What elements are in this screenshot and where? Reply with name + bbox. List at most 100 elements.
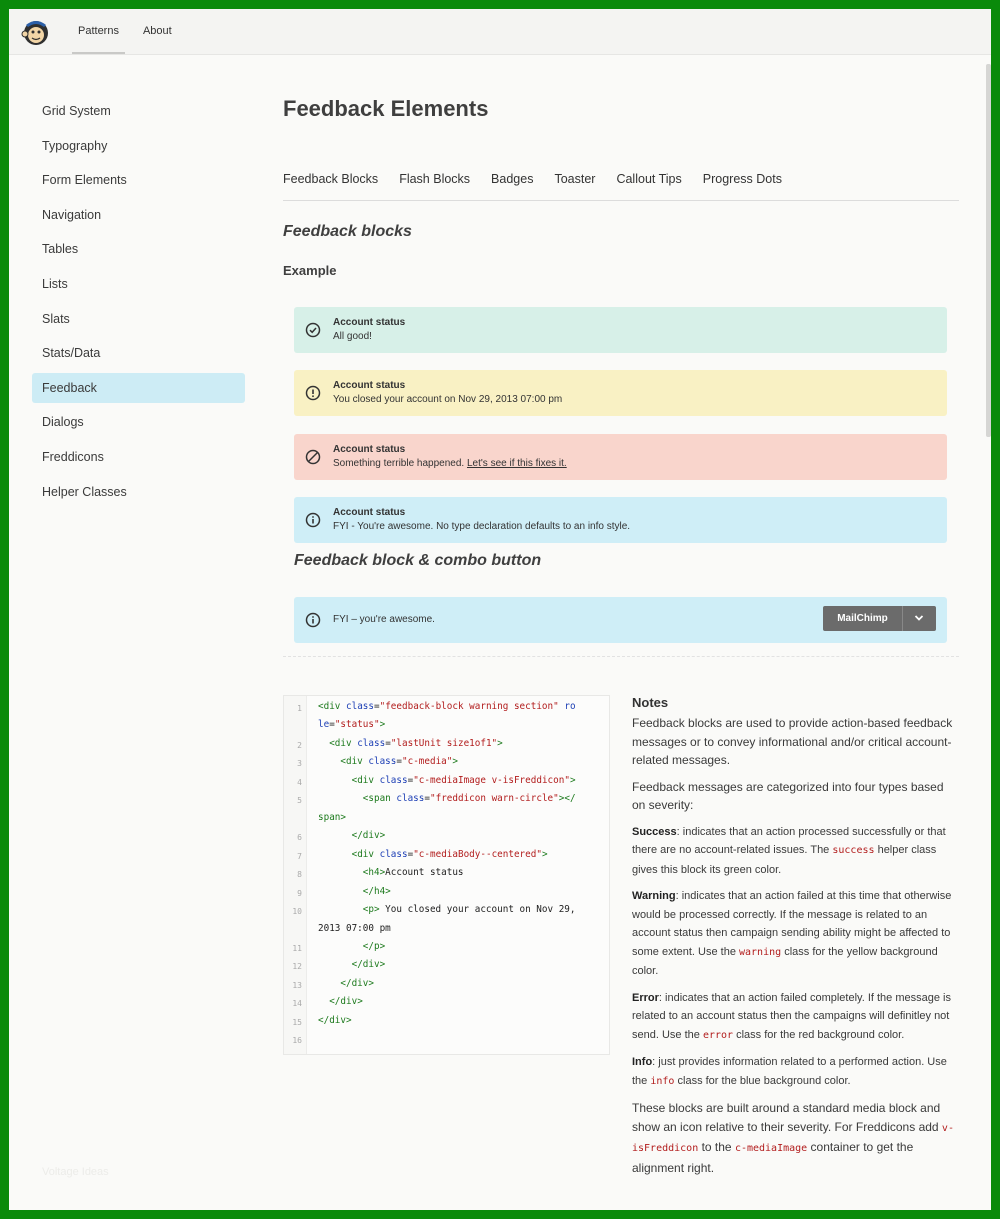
page-title: Feedback Elements (283, 96, 489, 121)
line-number: 11 (292, 944, 302, 953)
notes-error: Error: indicates that an action failed c… (632, 989, 960, 1046)
sidebar-item-feedback[interactable]: Feedback (32, 372, 245, 403)
feedback-block-info: Account status FYI - You're awesome. No … (294, 497, 947, 543)
tab-flash-blocks[interactable]: Flash Blocks (399, 171, 470, 200)
code-line: <div class="c-media"> (340, 756, 458, 767)
sidebar-item-freddicons[interactable]: Freddicons (32, 442, 245, 472)
sidebar-item-grid-system[interactable]: Grid System (32, 96, 245, 126)
sidebar-item-tables[interactable]: Tables (32, 234, 245, 264)
feedback-block-warning: Account status You closed your account o… (294, 370, 947, 416)
notes-warning: Warning: indicates that an action failed… (632, 887, 960, 981)
freddicons-text: These blocks are built around a standard… (632, 1101, 942, 1134)
notes-panel: Notes Feedback blocks are used to provid… (632, 695, 960, 1185)
combo-dropdown-button[interactable] (902, 606, 936, 631)
feedback-block-error: Account status Something terrible happen… (294, 434, 947, 480)
feedback-text: Account status Something terrible happen… (333, 443, 567, 471)
line-number: 7 (297, 852, 302, 861)
notes-success: Success: indicates that an action proces… (632, 823, 960, 880)
tab-callout-tips[interactable]: Callout Tips (616, 171, 681, 200)
line-number: 3 (297, 759, 302, 768)
code-line: <div class="feedback-block warning secti… (318, 701, 576, 712)
sidebar-item-lists[interactable]: Lists (32, 269, 245, 299)
line-number: 14 (292, 999, 302, 1008)
sidebar-item-typography[interactable]: Typography (32, 131, 245, 161)
info-text-end: class for the blue background color. (674, 1074, 851, 1087)
combo-button: MailChimp (823, 606, 936, 631)
info-code: info (650, 1075, 675, 1087)
mailchimp-button[interactable]: MailChimp (823, 606, 902, 631)
media-image-code: c-mediaImage (734, 1143, 808, 1154)
sidebar-item-helper-classes[interactable]: Helper Classes (32, 477, 245, 507)
code-line: 2013 07:00 pm (318, 923, 391, 934)
feedback-block-combo: FYI – you're awesome. MailChimp (294, 597, 947, 643)
code-line: <div class="lastUnit size1of1"> (329, 738, 503, 749)
line-number: 16 (292, 1036, 302, 1045)
line-number: 15 (292, 1018, 302, 1027)
sidebar-item-slats[interactable]: Slats (32, 304, 245, 334)
sidebar-item-form-elements[interactable]: Form Elements (32, 165, 245, 195)
line-number: 12 (292, 962, 302, 971)
notes-title: Notes (632, 695, 669, 710)
feedback-message: All good! (333, 331, 372, 342)
freddie-logo-icon[interactable] (21, 17, 51, 47)
line-number: 4 (297, 778, 302, 787)
sidebar: Grid System Typography Form Elements Nav… (32, 96, 245, 511)
notes-types: Feedback messages are categorized into f… (632, 779, 944, 813)
tab-badges[interactable]: Badges (491, 171, 533, 200)
code-line: <div class="c-mediaImage v-isFreddicon"> (351, 775, 576, 786)
feedback-message: You closed your account on Nov 29, 2013 … (333, 394, 563, 405)
footer-text: Voltage Ideas (42, 1166, 109, 1178)
code-line: </div> (340, 978, 374, 989)
code-line: <span class="freddicon warn-circle"></ (362, 793, 576, 804)
code-line: span> (318, 812, 346, 823)
feedback-message-line: Something terrible happened. Let's see i… (333, 457, 567, 471)
feedback-message: FYI - You're awesome. No type declaratio… (333, 521, 631, 532)
feedback-block-success: Account status All good! (294, 307, 947, 353)
check-circle-icon (305, 322, 321, 338)
sidebar-item-dialogs[interactable]: Dialogs (32, 407, 245, 437)
sidebar-item-stats-data[interactable]: Stats/Data (32, 338, 245, 368)
code-line: <div class="c-mediaBody--centered"> (351, 849, 548, 860)
tab-feedback-blocks[interactable]: Feedback Blocks (283, 171, 378, 200)
scrollbar[interactable] (986, 64, 991, 437)
feedback-message: Something terrible happened. (333, 458, 467, 469)
divider (283, 656, 959, 657)
tab-progress-dots[interactable]: Progress Dots (703, 171, 782, 200)
top-bar: Patterns About (9, 9, 991, 55)
error-label: Error (632, 991, 659, 1004)
code-sample[interactable]: 1 2 3 4 5 6 7 8 9 10 11 12 13 14 15 16 <… (283, 695, 610, 1055)
example-label: Example (283, 263, 337, 278)
line-number: 6 (297, 833, 302, 842)
feedback-heading: Account status (333, 444, 406, 455)
notes-info: Info: just provides information related … (632, 1053, 960, 1091)
code-line: <p> You closed your account on Nov 29, (362, 904, 576, 915)
nav-patterns[interactable]: Patterns (72, 9, 125, 54)
section-title: Feedback blocks (283, 223, 412, 240)
success-label: Success (632, 825, 677, 838)
feedback-message: FYI – you're awesome. (333, 614, 435, 625)
code-line: </div> (351, 830, 386, 841)
info-circle-icon (305, 612, 321, 628)
error-text-end: class for the red background color. (733, 1028, 905, 1041)
code-line: </p> (362, 941, 386, 952)
code-line: </div> (318, 1015, 352, 1026)
combo-section-title: Feedback block & combo button (294, 552, 542, 569)
success-code: success (832, 845, 875, 856)
code-line: </div> (351, 959, 386, 970)
not-allowed-icon (305, 449, 321, 465)
feedback-text: Account status All good! (333, 316, 405, 344)
tab-toaster[interactable]: Toaster (554, 171, 595, 200)
notes-intro: Feedback blocks are used to provide acti… (632, 716, 953, 767)
line-number: 5 (297, 796, 302, 805)
error-code: error (702, 1029, 734, 1041)
fix-link[interactable]: Let's see if this fixes it. (467, 458, 567, 469)
code-line: </h4> (362, 886, 391, 897)
sidebar-item-navigation[interactable]: Navigation (32, 200, 245, 230)
warning-code: warning (739, 946, 782, 958)
line-number: 9 (297, 889, 302, 898)
nav-about[interactable]: About (137, 9, 178, 54)
feedback-heading: Account status (333, 317, 406, 328)
line-number: 10 (292, 907, 302, 916)
line-number: 13 (292, 981, 302, 990)
line-number: 8 (297, 870, 302, 879)
